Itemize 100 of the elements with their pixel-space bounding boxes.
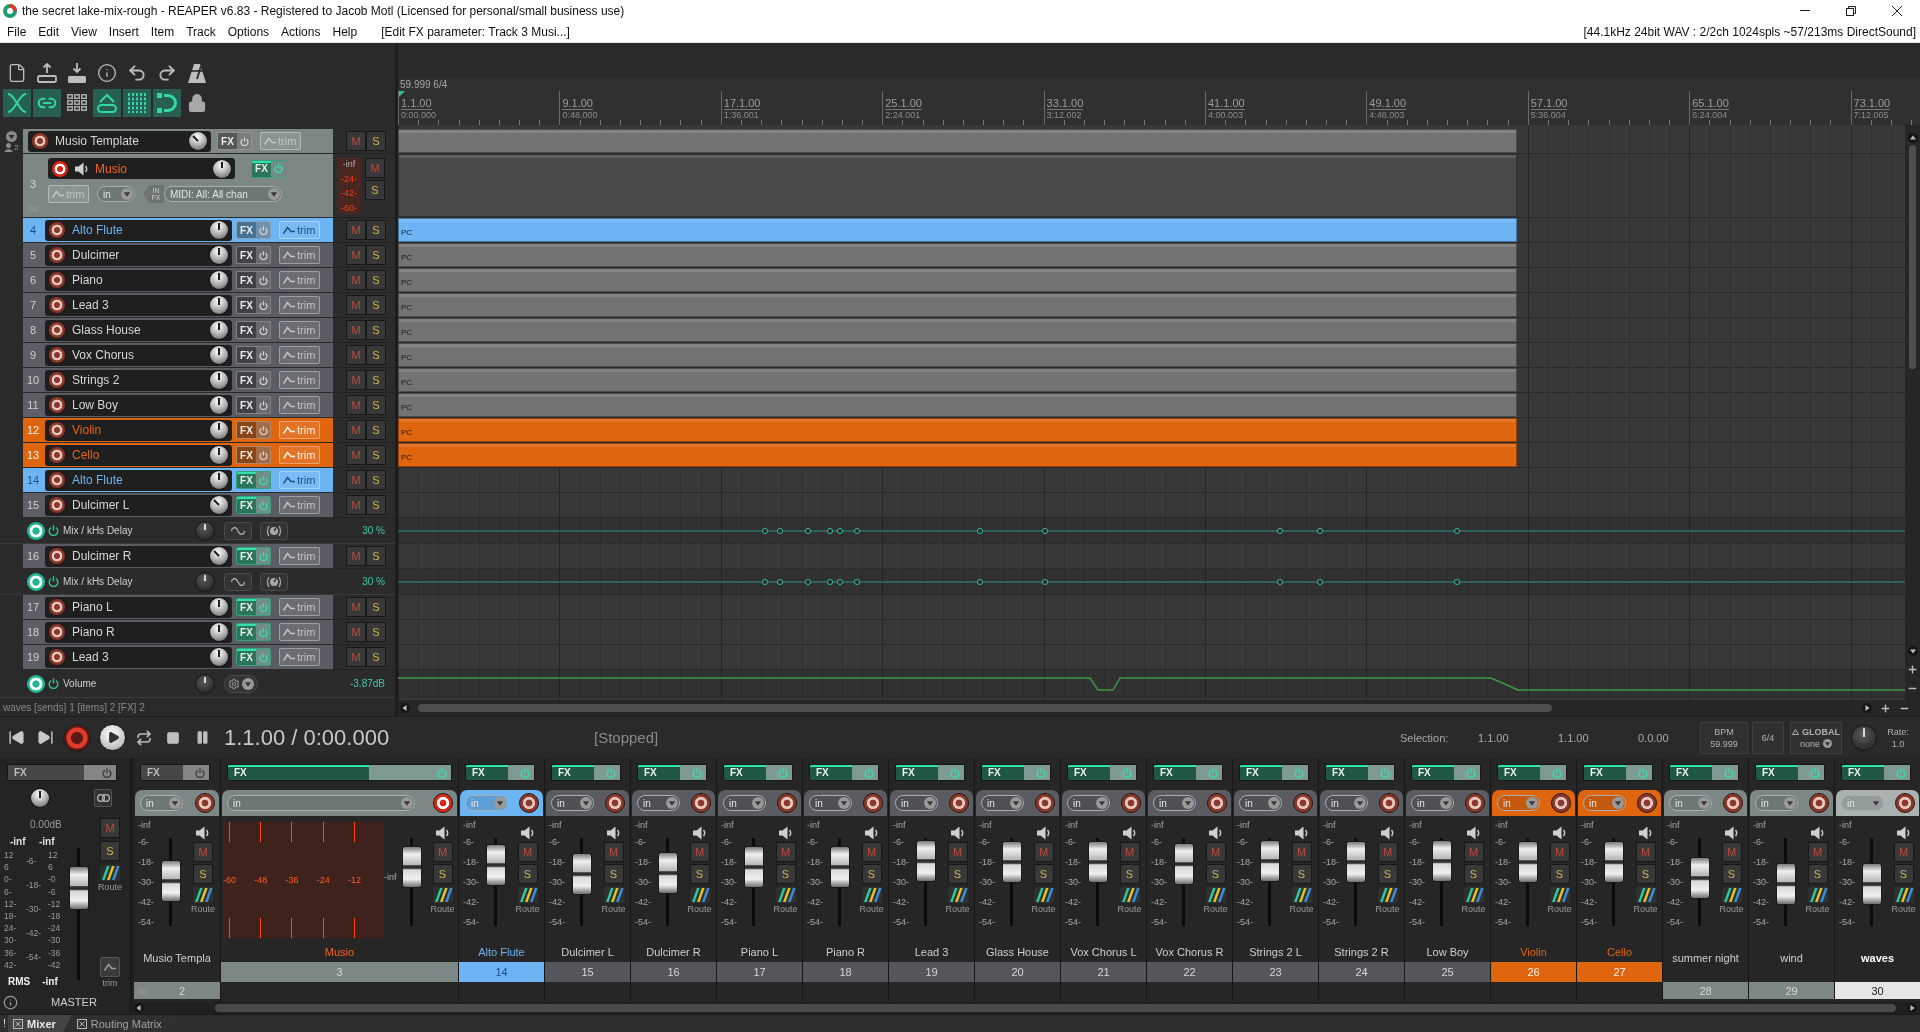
fx-button[interactable]: FX	[1497, 764, 1567, 781]
fx-button[interactable]: FX	[236, 371, 271, 389]
route-button[interactable]: Route	[687, 887, 712, 914]
input-dropdown[interactable]: in	[1583, 795, 1626, 811]
knob[interactable]	[210, 346, 228, 364]
solo-button[interactable]: S	[775, 864, 796, 884]
route-button[interactable]: Route	[1289, 887, 1314, 914]
solo-button[interactable]: S	[1807, 864, 1828, 884]
fader-thumb[interactable]	[744, 846, 764, 889]
fader-thumb[interactable]	[1002, 840, 1022, 883]
fx-button[interactable]: FX	[251, 159, 286, 178]
record-arm-button[interactable]	[777, 793, 797, 813]
info-icon[interactable]	[3, 994, 18, 1010]
solo-button[interactable]: S	[366, 270, 386, 290]
record-arm-button[interactable]	[1551, 793, 1571, 813]
restore-icon[interactable]	[1846, 5, 1856, 16]
record-arm-button[interactable]	[1035, 793, 1055, 813]
ripple-toggle[interactable]	[153, 89, 181, 117]
trim-button[interactable]: trim	[279, 598, 320, 616]
record-arm-button[interactable]	[863, 793, 883, 813]
solo-button[interactable]: S	[947, 864, 968, 884]
trim-button[interactable]: trim	[279, 446, 320, 464]
track-number-bar[interactable]: 24	[1319, 962, 1404, 982]
knob[interactable]	[210, 396, 228, 414]
record-arm-button[interactable]	[48, 371, 66, 389]
route-button[interactable]: Route	[430, 887, 455, 914]
fx-button[interactable]: FX	[140, 764, 210, 781]
record-arm-button[interactable]	[1293, 793, 1313, 813]
knob[interactable]	[196, 521, 214, 540]
solo-button[interactable]: S	[366, 546, 386, 566]
fader-thumb[interactable]	[830, 846, 850, 889]
fx-button[interactable]: FX	[7, 764, 117, 781]
fx-button[interactable]: FX	[551, 764, 621, 781]
fx-button[interactable]: FX	[236, 221, 271, 239]
fx-button[interactable]: FX	[236, 547, 271, 565]
fx-button[interactable]: FX	[236, 246, 271, 264]
midi-item[interactable]: PC	[398, 318, 1517, 342]
fader-thumb[interactable]	[1088, 840, 1108, 883]
knob[interactable]	[210, 547, 228, 565]
knob[interactable]	[210, 471, 228, 489]
envelope-arm-button[interactable]	[27, 521, 45, 540]
skip-back-icon[interactable]	[7, 729, 25, 746]
route-button[interactable]: Route	[1805, 887, 1830, 914]
menu-item[interactable]: Actions	[275, 24, 327, 39]
solo-button[interactable]: S	[1721, 864, 1742, 884]
track-number-bar[interactable]: 15	[545, 962, 630, 982]
input-dropdown[interactable]: in	[1411, 795, 1454, 811]
track-number-tab[interactable]: 7	[23, 293, 43, 318]
solo-button[interactable]: S	[366, 245, 386, 265]
tempo-box[interactable]: BPM 59.999	[1700, 721, 1748, 754]
record-arm-button[interactable]	[1121, 793, 1141, 813]
solo-button[interactable]: S	[1291, 864, 1312, 884]
track-number-bar[interactable]: 21	[1061, 962, 1146, 982]
trim-button[interactable]: trim	[279, 246, 320, 264]
scrollbar-thumb[interactable]	[1909, 145, 1916, 369]
parameter-button[interactable]	[260, 521, 288, 540]
solo-button[interactable]: S	[366, 597, 386, 617]
input-dropdown[interactable]: in	[895, 795, 938, 811]
upload-tray-icon[interactable]	[37, 63, 57, 83]
fader-thumb[interactable]	[69, 865, 89, 910]
solo-button[interactable]: S	[1119, 864, 1140, 884]
curve-shape-button[interactable]	[224, 572, 252, 591]
fader-thumb[interactable]	[916, 839, 936, 882]
track-number-tab[interactable]: 8	[23, 318, 43, 343]
record-arm-button[interactable]	[48, 396, 66, 414]
track-number-tab[interactable]: 18	[23, 620, 43, 645]
fx-button[interactable]: FX	[236, 623, 271, 641]
record-arm-button[interactable]	[48, 496, 66, 514]
fx-button[interactable]: FX	[236, 421, 271, 439]
menu-item[interactable]: Help	[326, 24, 364, 39]
fader-thumb[interactable]	[1776, 862, 1796, 905]
knob[interactable]	[1852, 725, 1876, 750]
solo-button[interactable]: S	[603, 864, 624, 884]
track-number-bar[interactable]: 20	[975, 962, 1060, 982]
input-dropdown[interactable]: in	[981, 795, 1024, 811]
midi-item[interactable]: PC	[398, 443, 1517, 467]
track-number-bar[interactable]: 17	[717, 962, 802, 982]
route-button[interactable]: Route	[98, 865, 122, 892]
fader-thumb[interactable]	[1690, 856, 1710, 899]
solo-button[interactable]: S	[517, 864, 538, 884]
menu-item[interactable]: Insert	[102, 24, 145, 39]
fader-thumb[interactable]	[1346, 840, 1366, 883]
record-arm-button[interactable]	[31, 132, 49, 150]
track-number-bar[interactable]: 23	[1233, 962, 1318, 982]
record-arm-button[interactable]	[51, 159, 69, 178]
record-arm-button[interactable]	[1207, 793, 1227, 813]
fx-button[interactable]: FX	[809, 764, 879, 781]
input-dropdown[interactable]: in	[1497, 795, 1540, 811]
envelope-link-toggle[interactable]	[93, 89, 121, 117]
track-number-bar[interactable]: 16	[631, 962, 716, 982]
fx-button[interactable]: FX	[1411, 764, 1481, 781]
record-arm-button[interactable]	[48, 296, 66, 314]
knob[interactable]	[196, 572, 214, 591]
track-number-tab[interactable]: 5	[23, 243, 43, 268]
midi-item[interactable]: PC	[398, 368, 1517, 392]
link-toggle[interactable]	[33, 89, 61, 117]
solo-button[interactable]: S	[1377, 864, 1398, 884]
stereo-button[interactable]	[94, 789, 112, 807]
caret-left-icon[interactable]	[400, 703, 410, 713]
snap-toggle[interactable]	[123, 89, 151, 117]
